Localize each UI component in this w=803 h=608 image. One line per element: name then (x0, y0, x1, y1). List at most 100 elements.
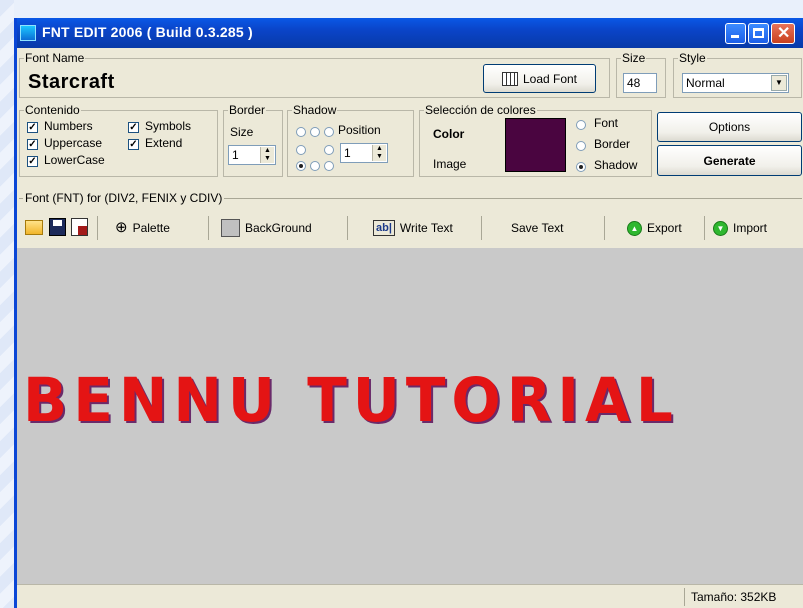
style-select[interactable]: Normal ▼ (682, 73, 789, 93)
border-size-value: 1 (232, 148, 239, 162)
options-button[interactable]: Options (657, 112, 802, 142)
spinner-arrows-icon[interactable]: ▲ ▼ (260, 147, 274, 163)
save-text-button[interactable]: Save Text (511, 216, 563, 240)
save-as-icon[interactable] (71, 218, 88, 236)
write-text-button[interactable]: ab| Write Text (373, 216, 453, 240)
font-name-label: Font Name (24, 51, 86, 65)
color-swatch[interactable] (505, 118, 566, 172)
minimize-icon (731, 35, 739, 38)
color-label: Color (433, 127, 465, 141)
background-button[interactable]: BackGround (221, 216, 312, 240)
size-label: Size (621, 51, 647, 65)
shadow-label: Shadow (292, 103, 338, 117)
border-label: Border (228, 103, 267, 117)
color-selection-label: Selección de colores (424, 103, 537, 117)
panel-label: Font (FNT) for (DIV2, FENIX y CDIV) (23, 191, 225, 205)
maximize-button[interactable] (748, 23, 769, 44)
window-title: FNT EDIT 2006 ( Build 0.3.285 ) (42, 24, 253, 40)
toolbar-separator (704, 216, 705, 240)
toolbar-separator (481, 216, 482, 240)
import-button[interactable]: ▼ Import (713, 216, 767, 240)
load-font-label: Load Font (522, 71, 578, 86)
export-button[interactable]: ▲ Export (627, 216, 682, 240)
toolbar-separator (208, 216, 209, 240)
color-target-shadow-label: Shadow (594, 158, 638, 172)
save-icon[interactable] (49, 218, 66, 236)
shadow-pos-n[interactable] (310, 127, 320, 137)
font-name-group: Font Name Starcraft Load Font (19, 51, 610, 98)
size-input[interactable]: 48 (623, 73, 657, 93)
color-target-font-radio[interactable] (576, 120, 586, 130)
shadow-pos-w[interactable] (296, 145, 306, 155)
background-color-icon (221, 219, 240, 237)
shadow-group: Shadow Position 1 ▲ ▼ (287, 103, 414, 177)
contenido-group: Contenido ✓ Numbers ✓ Symbols ✓ Uppercas… (19, 103, 218, 177)
numbers-label: Numbers (44, 119, 93, 133)
shadow-pos-s[interactable] (310, 161, 320, 171)
palette-label: Palette (132, 221, 170, 235)
style-label: Style (678, 51, 707, 65)
app-icon (20, 25, 36, 41)
status-bar: Tamaño: 352KB (17, 584, 803, 608)
app-window: FNT EDIT 2006 ( Build 0.3.285 ) ✕ Font N… (14, 18, 803, 608)
open-folder-icon[interactable] (25, 220, 43, 235)
title-bar[interactable]: FNT EDIT 2006 ( Build 0.3.285 ) ✕ (17, 18, 803, 48)
zoom-magnifier-icon: ⊕ (115, 219, 128, 236)
uppercase-label: Uppercase (44, 136, 103, 150)
write-text-label: Write Text (399, 221, 453, 235)
color-target-border-radio[interactable] (576, 141, 586, 151)
minimize-button[interactable] (725, 23, 746, 44)
background-label: BackGround (245, 221, 312, 235)
symbols-label: Symbols (145, 119, 192, 133)
lowercase-label: LowerCase (44, 153, 105, 167)
numbers-checkbox[interactable]: ✓ (27, 122, 38, 133)
image-label: Image (433, 157, 467, 171)
color-target-border-label: Border (594, 137, 631, 151)
shadow-spinner[interactable]: 1 ▲ ▼ (340, 143, 388, 163)
style-group: Style Normal ▼ (673, 51, 802, 98)
color-target-shadow-radio[interactable] (576, 162, 586, 172)
chevron-down-icon[interactable]: ▼ (771, 75, 787, 91)
border-group: Border Size 1 ▲ ▼ (223, 103, 283, 177)
text-field-icon: ab| (373, 220, 395, 236)
palette-button[interactable]: ⊕ Palette (115, 216, 170, 240)
status-size: Tamaño: 352KB (684, 588, 803, 606)
spinner-arrows-icon[interactable]: ▲ ▼ (372, 145, 386, 161)
load-font-button[interactable]: Load Font (483, 64, 596, 93)
preview-text: BENNU TUTORIAL (23, 364, 679, 436)
shadow-pos-sw[interactable] (296, 161, 306, 171)
color-selection-group: Selección de colores Color Image Font Bo… (419, 103, 652, 177)
uppercase-checkbox[interactable]: ✓ (27, 139, 38, 150)
toolbar-separator (347, 216, 348, 240)
lowercase-checkbox[interactable]: ✓ (27, 156, 38, 167)
size-group: Size 48 (616, 51, 666, 98)
extend-checkbox[interactable]: ✓ (128, 139, 139, 150)
maximize-icon (753, 28, 764, 38)
desktop-background (0, 0, 14, 608)
toolbar-separator (97, 216, 98, 240)
toolbar-separator (604, 216, 605, 240)
generate-button[interactable]: Generate (657, 145, 802, 176)
font-file-icon (501, 71, 518, 86)
symbols-checkbox[interactable]: ✓ (128, 122, 139, 133)
style-select-value: Normal (686, 76, 725, 90)
close-button[interactable]: ✕ (771, 23, 795, 44)
color-target-font-label: Font (594, 116, 619, 130)
shadow-position-label: Position (338, 123, 381, 137)
font-name-value: Starcraft (28, 71, 115, 93)
border-size-label: Size (230, 125, 254, 139)
save-text-label: Save Text (511, 221, 564, 235)
close-icon: ✕ (777, 25, 791, 42)
shadow-pos-e[interactable] (324, 145, 334, 155)
shadow-pos-nw[interactable] (296, 127, 306, 137)
export-label: Export (647, 221, 682, 235)
border-size-spinner[interactable]: 1 ▲ ▼ (228, 145, 276, 165)
contenido-label: Contenido (24, 103, 81, 117)
shadow-value: 1 (344, 146, 351, 160)
import-label: Import (733, 221, 768, 235)
extend-label: Extend (145, 136, 183, 150)
shadow-pos-se[interactable] (324, 161, 334, 171)
shadow-pos-ne[interactable] (324, 127, 334, 137)
import-arrow-icon: ▼ (713, 220, 728, 236)
preview-canvas[interactable]: BENNU TUTORIAL (17, 248, 803, 584)
